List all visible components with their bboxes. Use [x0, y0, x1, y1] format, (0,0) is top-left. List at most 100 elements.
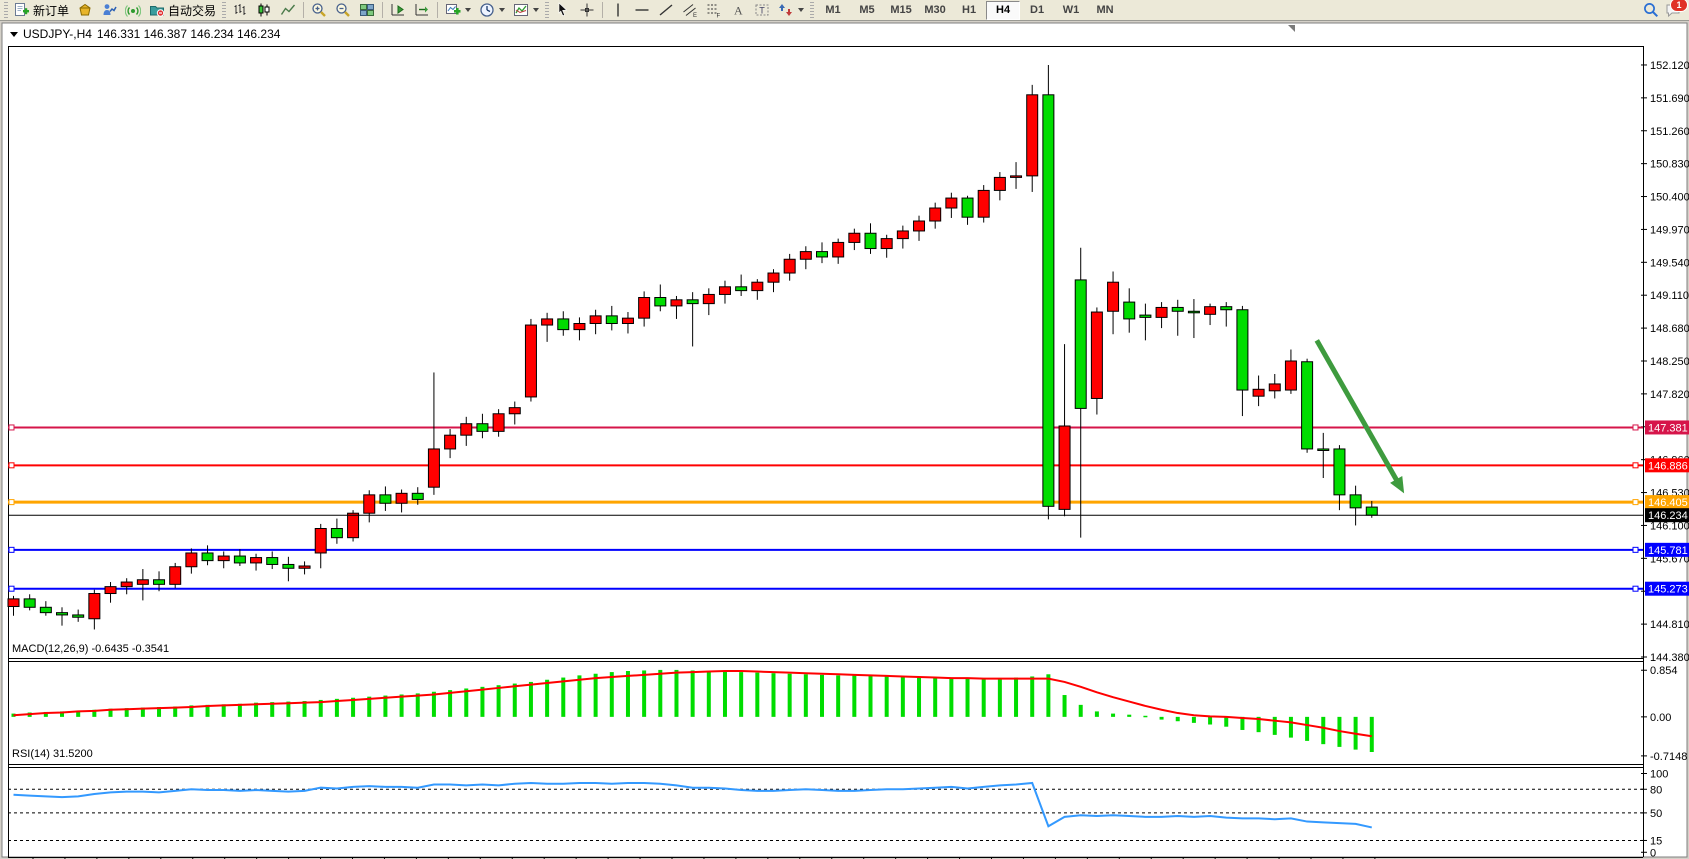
fibonacci-tool-button[interactable]: F: [702, 0, 726, 21]
signals-button[interactable]: [121, 0, 145, 21]
crosshair-icon: [579, 2, 595, 18]
timeframe-button-W1[interactable]: W1: [1054, 1, 1088, 20]
economic-calendar-button[interactable]: [97, 0, 121, 21]
rsi-indicator-label: RSI(14) 31.5200: [12, 748, 93, 760]
chart-dropdown-icon[interactable]: [10, 32, 18, 37]
cursor-tool-button[interactable]: [551, 0, 575, 21]
timeframe-button-D1[interactable]: D1: [1020, 1, 1054, 20]
periods-button[interactable]: [475, 0, 509, 21]
chart-window: 152.120151.690151.260150.830150.400149.9…: [0, 21, 1689, 859]
svg-text:15: 15: [1650, 835, 1662, 847]
trendline-icon: [658, 2, 674, 18]
svg-text:149.540: 149.540: [1650, 257, 1689, 269]
bar-chart-mode-button[interactable]: [228, 0, 252, 21]
bar-chart-icon: [232, 2, 248, 18]
trendline-tool-button[interactable]: [654, 0, 678, 21]
text-icon: A: [730, 2, 746, 18]
svg-text:150.830: 150.830: [1650, 159, 1689, 171]
new-chart-icon: [445, 2, 461, 18]
macd-indicator-label: MACD(12,26,9) -0.6435 -0.3541: [12, 643, 169, 655]
timeframe-button-M5[interactable]: M5: [850, 1, 884, 20]
equidistant-channel-icon: E: [682, 2, 698, 18]
line-chart-mode-button[interactable]: [276, 0, 300, 21]
vertical-line-icon: [610, 2, 626, 18]
indicators-button[interactable]: [509, 0, 543, 21]
chart-canvas[interactable]: 152.120151.690151.260150.830150.400149.9…: [0, 21, 1689, 859]
chart-symbol-period: USDJPY-,H4: [23, 27, 92, 41]
text-label-tool-button[interactable]: T: [750, 0, 774, 21]
svg-text:151.690: 151.690: [1650, 93, 1689, 105]
market-watch-button[interactable]: [73, 0, 97, 21]
channel-tool-button[interactable]: E: [678, 0, 702, 21]
toolbar-grip[interactable]: [545, 2, 549, 18]
svg-text:A: A: [734, 4, 743, 18]
timeframe-button-H1[interactable]: H1: [952, 1, 986, 20]
svg-text:80: 80: [1650, 784, 1662, 796]
clock-icon: [479, 2, 495, 18]
signals-icon: [125, 2, 141, 18]
chart-shift-button[interactable]: [410, 0, 434, 21]
notifications-button[interactable]: 1: [1665, 2, 1681, 18]
toolbar-separator: [382, 2, 383, 18]
horizontal-line-tool-button[interactable]: [630, 0, 654, 21]
svg-text:E: E: [693, 13, 697, 18]
new-chart-button[interactable]: [441, 0, 475, 21]
arrow-objects-icon: [778, 2, 794, 18]
chart-title: USDJPY-,H4 146.331 146.387 146.234 146.2…: [10, 27, 280, 41]
svg-text:F: F: [717, 14, 721, 19]
toolbar-grip[interactable]: [4, 2, 8, 18]
toolbar-grip[interactable]: [222, 2, 226, 18]
svg-text:T: T: [759, 6, 765, 16]
svg-text:144.380: 144.380: [1650, 652, 1689, 664]
fibonacci-icon: F: [706, 2, 722, 18]
svg-text:149.110: 149.110: [1650, 290, 1689, 302]
svg-text:149.970: 149.970: [1650, 224, 1689, 236]
auto-scroll-button[interactable]: [386, 0, 410, 21]
timeframe-button-group: M1M5M15M30H1H4D1W1MN: [816, 1, 1122, 20]
autotrading-button[interactable]: 自动交易: [145, 0, 220, 21]
svg-text:50: 50: [1650, 808, 1662, 820]
auto-scroll-icon: [390, 2, 406, 18]
svg-text:-0.7148: -0.7148: [1650, 751, 1687, 763]
application-window: 新订单: [0, 0, 1689, 859]
svg-text:0.00: 0.00: [1650, 712, 1671, 724]
arrows-tool-button[interactable]: [774, 0, 808, 21]
horizontal-line-icon: [634, 2, 650, 18]
vertical-line-tool-button[interactable]: [606, 0, 630, 21]
chart-shift-marker[interactable]: [1288, 25, 1295, 32]
tile-windows-button[interactable]: [355, 0, 379, 21]
dropdown-arrow-icon: [465, 8, 471, 12]
zoom-out-button[interactable]: [331, 0, 355, 21]
toolbar-right-group: 1: [1643, 2, 1687, 18]
svg-text:150.400: 150.400: [1650, 192, 1689, 204]
notification-badge: 1: [1670, 0, 1688, 12]
svg-text:145.273: 145.273: [1648, 584, 1688, 596]
zoom-in-button[interactable]: [307, 0, 331, 21]
timeframe-button-H4[interactable]: H4: [986, 1, 1020, 20]
toolbar-separator: [303, 2, 304, 18]
svg-text:148.250: 148.250: [1650, 356, 1689, 368]
line-chart-icon: [280, 2, 296, 18]
timeframe-button-M30[interactable]: M30: [918, 1, 952, 20]
zoom-out-icon: [335, 2, 351, 18]
main-toolbar: 新订单: [0, 0, 1689, 21]
text-tool-button[interactable]: A: [726, 0, 750, 21]
indicators-icon: [513, 2, 529, 18]
tile-windows-icon: [359, 2, 375, 18]
new-order-button[interactable]: 新订单: [10, 0, 73, 21]
dropdown-arrow-icon: [798, 8, 804, 12]
svg-text:100: 100: [1650, 769, 1668, 781]
svg-text:0: 0: [1650, 847, 1656, 859]
timeframe-button-MN[interactable]: MN: [1088, 1, 1122, 20]
timeframe-button-M15[interactable]: M15: [884, 1, 918, 20]
toolbar-grip[interactable]: [810, 2, 814, 18]
toolbar-separator: [602, 2, 603, 18]
search-icon[interactable]: [1643, 2, 1659, 18]
chart-ohlc-values: 146.331 146.387 146.234 146.234: [97, 27, 281, 41]
candlestick-mode-button[interactable]: [252, 0, 276, 21]
crosshair-tool-button[interactable]: [575, 0, 599, 21]
svg-text:146.234: 146.234: [1648, 510, 1688, 522]
new-order-icon: [14, 2, 30, 18]
chart-shift-icon: [414, 2, 430, 18]
timeframe-button-M1[interactable]: M1: [816, 1, 850, 20]
